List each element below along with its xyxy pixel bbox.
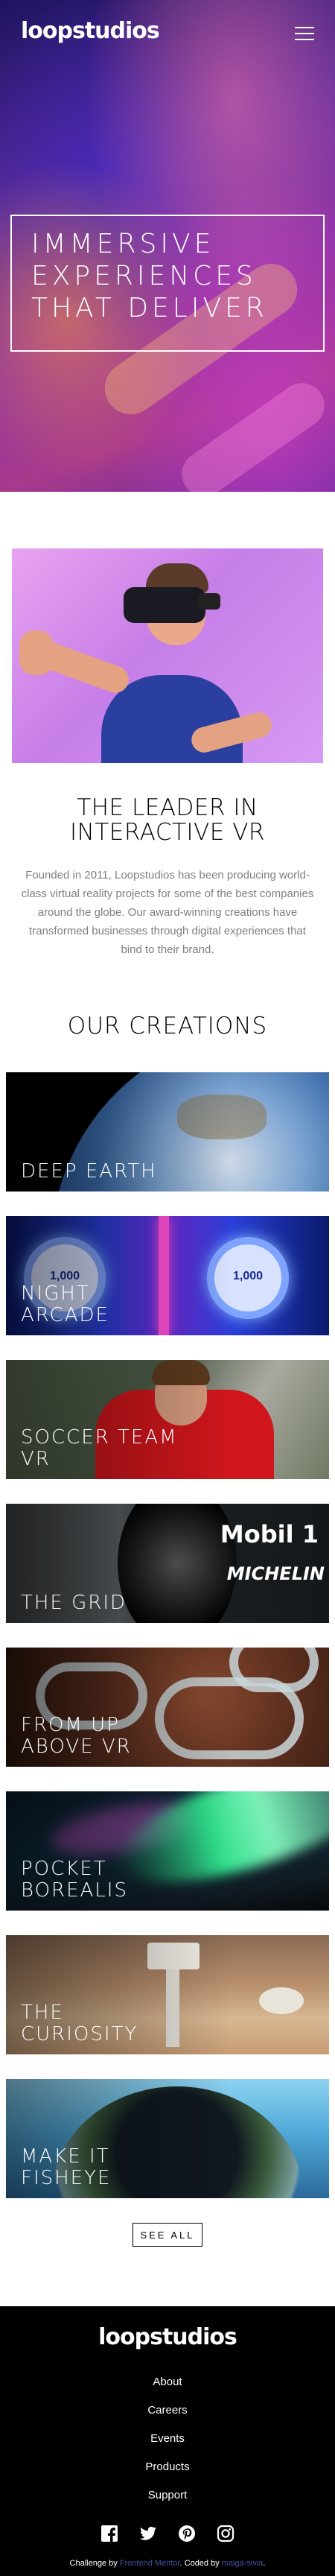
hamburger-line	[295, 27, 314, 28]
twitter-icon[interactable]	[139, 2525, 157, 2542]
creation-card-the-grid[interactable]: Mobil 1 MICHELIN THE GRID	[6, 1504, 329, 1623]
player-hair	[152, 1360, 210, 1385]
about-text: Founded in 2011, Loopstudios has been pr…	[21, 869, 314, 956]
footer-nav-events[interactable]: Events	[0, 2425, 335, 2453]
footer-nav-careers[interactable]: Careers	[0, 2396, 335, 2425]
creation-card-pocket-borealis[interactable]: POCKET BOREALIS	[6, 1791, 329, 1911]
vr-headset-strap	[198, 593, 220, 610]
site-footer: loopstudios About Careers Events Product…	[0, 2306, 335, 2576]
hamburger-line	[295, 39, 314, 40]
hero-section: loopstudios IMMERSIVE EXPERIENCES THAT D…	[0, 0, 335, 492]
neon-bar	[159, 1216, 169, 1335]
footer-nav-about[interactable]: About	[0, 2368, 335, 2396]
creation-card-label: DEEP EARTH	[21, 1160, 157, 1183]
creation-card-deep-earth[interactable]: DEEP EARTH	[6, 1072, 329, 1192]
earth-land	[177, 1095, 267, 1139]
footer-nav-support[interactable]: Support	[0, 2481, 335, 2510]
road-curve	[229, 1648, 319, 1692]
creation-card-label: SOCCER TEAM VR	[21, 1426, 178, 1470]
creation-card-label: MAKE IT FISHEYE	[21, 2145, 112, 2189]
creation-card-label: THE GRID	[21, 1592, 127, 1614]
attribution-prefix: Challenge by	[69, 2559, 118, 2568]
creation-card-soccer-team-vr[interactable]: SOCCER TEAM VR	[6, 1360, 329, 1479]
about-title: THE LEADER IN INTERACTIVE VR	[70, 794, 265, 846]
creations-section: OUR CREATIONS DEEP EARTH 1,000 1,000 NIG…	[0, 959, 335, 2247]
attribution-link-frontend-mentor[interactable]: Frontend Mentor	[120, 2559, 180, 2568]
instagram-icon[interactable]	[217, 2525, 234, 2542]
aurora-glow	[48, 1794, 202, 1864]
creation-card-label: FROM UP ABOVE VR	[21, 1714, 132, 1758]
creation-card-night-arcade[interactable]: 1,000 1,000 NIGHT ARCADE	[6, 1216, 329, 1335]
creations-grid: DEEP EARTH 1,000 1,000 NIGHT ARCADE SOCC…	[0, 1072, 335, 2198]
arcade-ring: 1,000	[207, 1237, 289, 1319]
creation-card-label: POCKET BOREALIS	[21, 1858, 128, 1902]
facebook-icon[interactable]	[100, 2525, 118, 2542]
hero-title: IMMERSIVE EXPERIENCES THAT DELIVER	[31, 229, 268, 323]
hero-title-box: IMMERSIVE EXPERIENCES THAT DELIVER	[10, 215, 325, 352]
footer-nav-products[interactable]: Products	[0, 2453, 335, 2481]
creations-title: OUR CREATIONS	[67, 1013, 268, 1039]
attribution-link-author[interactable]: maiga-sivia	[222, 2559, 264, 2568]
footer-nav: About Careers Events Products Support	[0, 2368, 335, 2510]
race-car-tire	[118, 1504, 237, 1623]
vr-headset	[124, 587, 205, 623]
pinterest-icon[interactable]	[178, 2525, 196, 2542]
sponsor-text: MICHELIN	[226, 1563, 325, 1584]
creation-card-label: NIGHT ARCADE	[21, 1282, 109, 1326]
hamburger-menu-icon[interactable]	[295, 27, 314, 40]
attribution-middle: . Coded by	[179, 2559, 220, 2568]
about-section: THE LEADER IN INTERACTIVE VR Founded in …	[0, 492, 335, 959]
social-links	[0, 2525, 335, 2542]
site-logo[interactable]: loopstudios	[21, 18, 160, 44]
creation-card-from-up-above-vr[interactable]: FROM UP ABOVE VR	[6, 1648, 329, 1767]
rover-dish	[259, 1987, 304, 2014]
creation-card-make-it-fisheye[interactable]: MAKE IT FISHEYE	[6, 2079, 329, 2198]
creation-card-label: THE CURIOSITY	[21, 2001, 138, 2045]
rover-mast	[166, 1943, 179, 2047]
rover-mast-head	[147, 1943, 200, 1969]
hero-decor-streak	[173, 374, 334, 492]
creation-card-the-curiosity[interactable]: THE CURIOSITY	[6, 1935, 329, 2054]
attribution: Challenge by Frontend Mentor. Coded by m…	[0, 2559, 335, 2568]
player-face	[155, 1366, 207, 1425]
see-all-button[interactable]: SEE ALL	[133, 2223, 202, 2247]
person-hand	[19, 630, 54, 675]
road-curve	[155, 1677, 304, 1759]
attribution-suffix: .	[263, 2559, 266, 2568]
sponsor-text: Mobil 1	[220, 1520, 319, 1548]
arcade-ring-text: 1,000	[49, 1270, 80, 1282]
vr-person-image	[12, 548, 323, 763]
hamburger-line	[295, 33, 314, 34]
arcade-ring-text: 1,000	[232, 1270, 264, 1282]
footer-logo[interactable]: loopstudios	[0, 2324, 335, 2350]
